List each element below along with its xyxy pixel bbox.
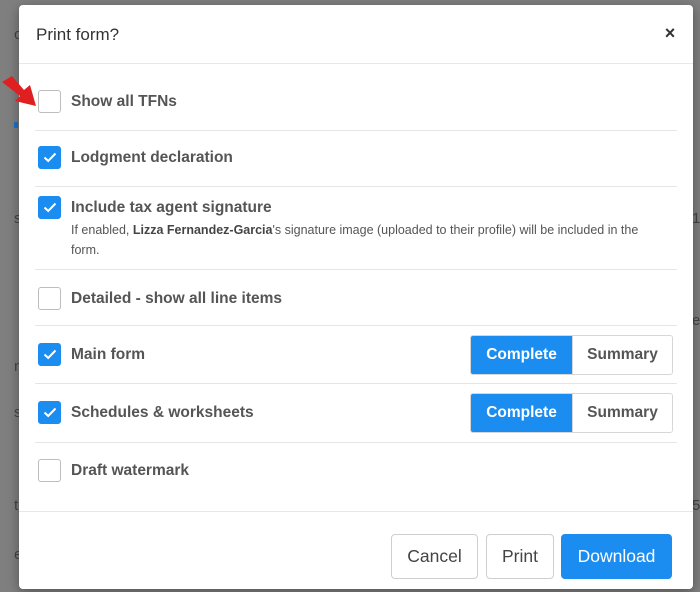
signature-description: If enabled, Lizza Fernandez-Garcia's sig… bbox=[71, 220, 641, 260]
print-form-dialog: Print form? × Show all TFNs Lodgment dec… bbox=[19, 5, 693, 589]
background-text: e bbox=[692, 312, 700, 329]
checkmark-icon bbox=[43, 152, 57, 163]
option-label: Include tax agent signature bbox=[71, 199, 272, 216]
option-lodgment-declaration: Lodgment declaration bbox=[35, 131, 677, 187]
checkmark-icon bbox=[43, 202, 57, 213]
option-draft-watermark: Draft watermark bbox=[35, 443, 677, 499]
option-label: Detailed - show all line items bbox=[71, 290, 283, 307]
tax-agent-signature-checkbox[interactable] bbox=[38, 196, 61, 219]
download-button[interactable]: Download bbox=[561, 534, 672, 579]
option-schedules-worksheets: Schedules & worksheets Complete Summary bbox=[35, 384, 677, 443]
dialog-header: Print form? × bbox=[19, 5, 693, 64]
show-all-tfns-checkbox[interactable] bbox=[38, 90, 61, 113]
main-form-mode-toggle: Complete Summary bbox=[470, 335, 673, 375]
background-text: 5 bbox=[692, 497, 700, 514]
option-label: Main form bbox=[71, 346, 146, 363]
option-label: Draft watermark bbox=[71, 462, 190, 479]
background-text: t bbox=[14, 497, 19, 514]
main-form-complete-button[interactable]: Complete bbox=[471, 336, 572, 374]
close-icon[interactable]: × bbox=[661, 23, 679, 43]
description-prefix: If enabled, bbox=[71, 223, 133, 237]
cancel-button[interactable]: Cancel bbox=[391, 534, 478, 579]
option-show-all-tfns: Show all TFNs bbox=[35, 64, 677, 131]
background-tab-indicator bbox=[14, 122, 18, 128]
schedules-worksheets-checkbox[interactable] bbox=[38, 401, 61, 424]
option-label: Lodgment declaration bbox=[71, 149, 233, 166]
dialog-title: Print form? bbox=[36, 25, 120, 44]
schedules-summary-button[interactable]: Summary bbox=[572, 394, 672, 432]
option-detailed-line-items: Detailed - show all line items bbox=[35, 270, 677, 326]
checkmark-icon bbox=[43, 349, 57, 360]
schedules-complete-button[interactable]: Complete bbox=[471, 394, 572, 432]
checkmark-icon bbox=[43, 407, 57, 418]
main-form-summary-button[interactable]: Summary bbox=[572, 336, 672, 374]
option-label: Show all TFNs bbox=[71, 93, 177, 110]
annotation-arrow-icon bbox=[2, 76, 36, 106]
main-form-checkbox[interactable] bbox=[38, 343, 61, 366]
print-button[interactable]: Print bbox=[486, 534, 554, 579]
schedules-mode-toggle: Complete Summary bbox=[470, 393, 673, 433]
tax-agent-name: Lizza Fernandez-Garcia bbox=[132, 223, 273, 237]
detailed-line-items-checkbox[interactable] bbox=[38, 287, 61, 310]
option-main-form: Main form Complete Summary bbox=[35, 326, 677, 384]
background-text: 1 bbox=[692, 210, 700, 227]
option-include-tax-agent-signature: Include tax agent signature If enabled, … bbox=[35, 187, 677, 270]
dialog-footer: Cancel Print Download bbox=[19, 511, 693, 589]
option-label: Schedules & worksheets bbox=[71, 404, 254, 421]
lodgment-declaration-checkbox[interactable] bbox=[38, 146, 61, 169]
draft-watermark-checkbox[interactable] bbox=[38, 459, 61, 482]
